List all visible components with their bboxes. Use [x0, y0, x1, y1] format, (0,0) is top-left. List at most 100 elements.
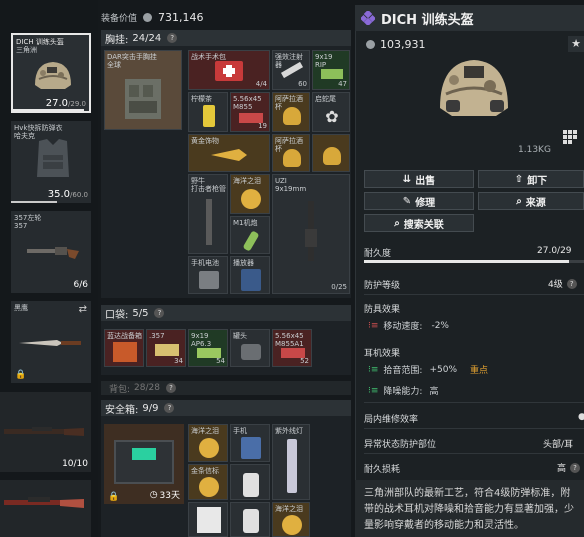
- backpack-header[interactable]: 背包: 28/28 ?: [101, 381, 351, 395]
- noise-reduction-row: ⁝≡ 降噪能力: 高: [368, 384, 439, 398]
- chest-rig-item[interactable]: DAR突击手胸挂 全球: [104, 50, 182, 130]
- detail-description: 三角洲部队的最新工艺，符合4级防弹标准，附带的战术耳机对降噪和拾音能力有显著加强…: [364, 488, 574, 531]
- battery-icon: [199, 271, 219, 289]
- safe-item[interactable]: 海洋之泪: [272, 502, 310, 537]
- ammo-box-icon: [321, 69, 343, 79]
- pocket-item[interactable]: 9x19 AP6.3 54: [188, 329, 228, 367]
- chest-item-label: 手机电池: [191, 259, 219, 267]
- durability-bar-track: [364, 260, 584, 263]
- safe-item[interactable]: 手机: [230, 424, 270, 462]
- chest-item[interactable]: M1机炮: [230, 216, 270, 254]
- chest-item[interactable]: 野牛 打击者枪管: [188, 174, 228, 254]
- pocket-item[interactable]: 5.56x45 M855A1 52: [272, 329, 312, 367]
- chest-item[interactable]: 海洋之泪: [230, 174, 270, 214]
- detail-weight: 1.13KG: [518, 145, 551, 155]
- chest-item[interactable]: 播放器: [230, 256, 270, 294]
- safe-box-timer-text: 33天: [159, 491, 180, 501]
- chest-item[interactable]: 强效注射器 60: [272, 50, 310, 90]
- chest-item-label: 启蛇尾: [315, 95, 336, 103]
- barrel-icon: [206, 199, 212, 245]
- armor-effects-label: 防具效果: [364, 305, 401, 315]
- help-icon[interactable]: ?: [167, 33, 178, 43]
- slot-revolver[interactable]: 357左轮 357 6/6: [11, 211, 91, 293]
- repair-button[interactable]: ✎ 修理: [364, 192, 474, 210]
- source-button[interactable]: ⌕ 来源: [478, 192, 584, 210]
- chest-item[interactable]: 5.56x45 M855 19: [230, 92, 270, 132]
- unequip-button-label: 卸下: [527, 175, 548, 187]
- durability-current: 35.0: [47, 189, 71, 200]
- pocket-item[interactable]: 蓝达战备箱: [104, 329, 144, 367]
- safe-item[interactable]: [230, 464, 270, 500]
- chest-item[interactable]: 黄金饰物: [188, 134, 270, 172]
- help-icon[interactable]: ?: [154, 308, 165, 318]
- detail-title: DICH 训练头盔: [381, 12, 474, 28]
- search-related-button[interactable]: ⌕ 搜索关联: [364, 214, 474, 232]
- chest-item[interactable]: 手机电池: [188, 256, 228, 294]
- durability-max: /29.0: [68, 100, 86, 108]
- safe-item[interactable]: [230, 502, 270, 537]
- safe-box-timer: ◷ 33天: [150, 488, 180, 502]
- safe-item[interactable]: 金条信标: [188, 464, 228, 500]
- swap-icon[interactable]: ⇄: [79, 304, 87, 315]
- chest-item[interactable]: 阿萨拉酒杯: [272, 134, 310, 172]
- chest-item[interactable]: [312, 134, 350, 172]
- rifle-icon: [2, 494, 86, 512]
- bottle-icon: [243, 473, 259, 497]
- pocket-item-count: 34: [174, 357, 183, 365]
- unequip-icon: ⇧: [514, 173, 524, 185]
- help-icon[interactable]: ?: [165, 383, 176, 393]
- headset-effects-label: 耳机效果: [364, 349, 401, 359]
- help-icon[interactable]: ?: [566, 278, 577, 289]
- safe-box-icon: [114, 440, 174, 484]
- pocket-item-sub: M855A1: [275, 340, 304, 348]
- noise-reduction-value: 高: [429, 387, 439, 397]
- chest-rig-capacity: 24/24: [132, 32, 162, 44]
- chest-item-label: 战术手术包: [191, 53, 226, 61]
- slot-revolver-sub: 357: [14, 222, 28, 230]
- search-icon: ⌕: [516, 195, 522, 207]
- goblet-icon: [283, 149, 301, 167]
- slot-armor[interactable]: Hvk快拆防弹衣 哈夫克 35.0/60.0: [11, 121, 91, 203]
- slot-melee[interactable]: 黑鹰 ⇄ 🔒: [11, 301, 91, 383]
- abnormal-protection-label: 异常状态防护部位: [364, 440, 437, 450]
- sell-button[interactable]: ⇊ 出售: [364, 170, 474, 188]
- sell-button-label: 出售: [415, 175, 436, 187]
- chest-item-label: 9x19: [315, 53, 333, 61]
- durability-loss-value-text: 高: [557, 464, 567, 474]
- wrench-icon: ✎: [402, 195, 412, 207]
- slot-helmet[interactable]: DICH 训练头盔 三角洲 27.0/29.0: [11, 33, 91, 113]
- pocket-header: 口袋: 5/5 ?: [101, 305, 351, 321]
- detail-price: 103,931: [366, 38, 426, 51]
- chest-item[interactable]: 柠檬茶: [188, 92, 228, 132]
- chest-item[interactable]: 阿萨拉酒杯: [272, 92, 310, 132]
- chest-rig-item-name: DAR突击手胸挂: [107, 53, 157, 61]
- pickup-range-tag: 重点: [470, 366, 489, 376]
- safe-item[interactable]: [188, 502, 228, 537]
- safe-item[interactable]: 海洋之泪: [188, 424, 228, 462]
- chest-item[interactable]: 9x19 RIP 47: [312, 50, 350, 90]
- help-icon[interactable]: ?: [570, 462, 581, 473]
- durability-label: 耐久度: [364, 249, 392, 259]
- pocket-item-count: 54: [216, 357, 225, 365]
- slot-primary-weapon[interactable]: 10/10: [0, 392, 91, 472]
- slot-secondary-weapon[interactable]: [0, 480, 91, 537]
- favorite-star-icon[interactable]: ★: [568, 36, 584, 52]
- durability-value: 27.0/29: [537, 246, 572, 256]
- pocket-item-label: 蓝达战备箱: [107, 332, 142, 340]
- unequip-button[interactable]: ⇧ 卸下: [478, 170, 584, 188]
- chest-item[interactable]: 启蛇尾 ✿: [312, 92, 350, 132]
- chest-item[interactable]: UZI 9x19mm 0/25: [272, 174, 350, 294]
- help-icon[interactable]: ?: [164, 403, 175, 413]
- divider: [364, 294, 584, 295]
- pocket-item-label: 5.56x45: [275, 332, 304, 340]
- stat-up-icon: ⁝≡: [368, 364, 379, 375]
- coin-icon: [199, 438, 219, 458]
- coin-icon: [241, 189, 261, 209]
- safe-box-container[interactable]: 🔒 ◷ 33天: [104, 424, 184, 504]
- chest-rig-header: 胸挂: 24/24 ?: [101, 30, 351, 46]
- safe-item[interactable]: 紫外线灯: [272, 424, 310, 500]
- protection-label: 防护等级: [364, 281, 401, 291]
- chest-item[interactable]: 战术手术包 4/4: [188, 50, 270, 90]
- pocket-item[interactable]: .357 34: [146, 329, 186, 367]
- pocket-item[interactable]: 罐头: [230, 329, 270, 367]
